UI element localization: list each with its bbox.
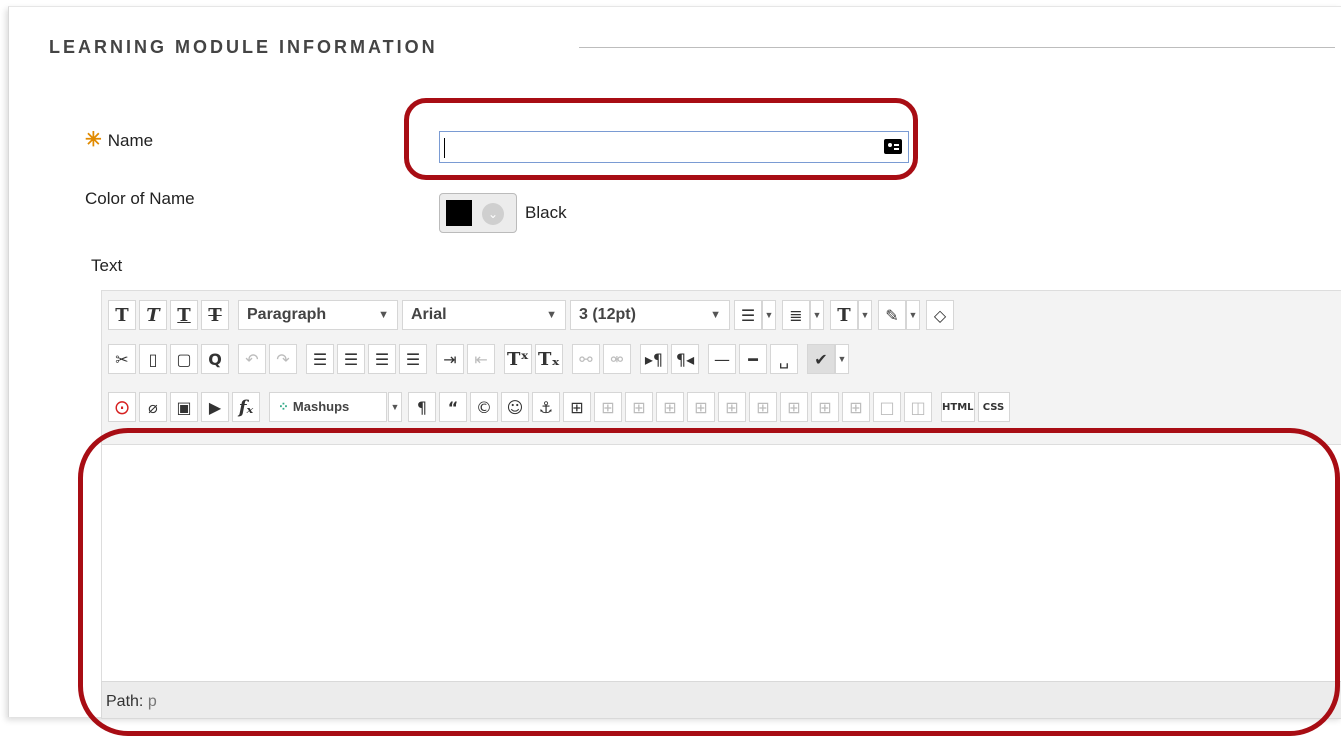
copy-icon[interactable]: ▯ bbox=[139, 344, 167, 374]
highlight-icon[interactable]: ✎ bbox=[878, 300, 906, 330]
mashups-text: Mashups bbox=[292, 399, 350, 414]
math-formula-icon[interactable]: fₓ bbox=[232, 392, 260, 422]
color-swatch bbox=[446, 200, 472, 226]
dropdown-arrow-icon[interactable]: ▼ bbox=[762, 300, 776, 330]
toolbar-row-2: ✂ ▯ ▢ Q ↶ ↷ ☰ ☰ ☰ ☰ ⇥ ⇤ Tˣ Tₓ ⚯ ⚮ ▸¶ ¶◂ … bbox=[108, 339, 855, 379]
anchor-icon[interactable]: ⚓ bbox=[532, 392, 560, 422]
toolbar-row-1: T T T T Paragraph ▼ Arial ▼ 3 (12pt) ▼ ☰ ▼ ≣… bbox=[108, 295, 957, 335]
chevron-down-icon: ⌄ bbox=[482, 203, 504, 225]
mashups-label: ⁘ Mashups bbox=[278, 399, 349, 415]
dropdown-arrow-icon: ▼ bbox=[546, 309, 557, 321]
color-of-name-label: Color of Name bbox=[85, 189, 195, 208]
numbered-list-icon[interactable]: ≣ bbox=[782, 300, 810, 330]
copyright-icon[interactable]: © bbox=[470, 392, 498, 422]
spellcheck-icon[interactable]: ✔ bbox=[807, 344, 835, 374]
eraser-icon[interactable]: ◇ bbox=[926, 300, 954, 330]
font-size-select[interactable]: 3 (12pt) ▼ bbox=[570, 300, 730, 330]
ltr-icon[interactable]: ▸¶ bbox=[640, 344, 668, 374]
paste-icon[interactable]: ▢ bbox=[170, 344, 198, 374]
format-block-select[interactable]: Paragraph ▼ bbox=[238, 300, 398, 330]
name-label: ✳ Name bbox=[85, 127, 153, 152]
cell-props-icon[interactable]: ⊞ bbox=[625, 392, 653, 422]
strikethrough-button[interactable]: T bbox=[201, 300, 229, 330]
color-picker[interactable]: ⌄ bbox=[439, 193, 517, 233]
bold-button[interactable]: T bbox=[108, 300, 136, 330]
cut-icon[interactable]: ✂ bbox=[108, 344, 136, 374]
insert-col-before-icon[interactable]: ⊞ bbox=[780, 392, 808, 422]
dropdown-arrow-icon: ▼ bbox=[378, 309, 389, 321]
italic-button[interactable]: T bbox=[139, 300, 167, 330]
merge-cells-icon[interactable]: ◫ bbox=[904, 392, 932, 422]
format-block-value: Paragraph bbox=[247, 306, 327, 323]
emoticon-icon[interactable]: ☺ bbox=[501, 392, 529, 422]
name-label-text: Name bbox=[107, 131, 154, 150]
text-label: Text bbox=[91, 256, 123, 275]
editor-toolbar: T T T T Paragraph ▼ Arial ▼ 3 (12pt) ▼ ☰ ▼ ≣… bbox=[101, 290, 1341, 445]
thick-rule-icon[interactable]: ━ bbox=[739, 344, 767, 374]
dropdown-arrow-icon[interactable]: ▼ bbox=[810, 300, 824, 330]
toolbar-row-3: ⊙ ⌀ ▣ ▶ fₓ ⁘ Mashups ▼ ¶ “ © ☺ ⚓ ⊞ ⊞ ⊞ ⊞ ⊞… bbox=[108, 387, 1013, 427]
align-center-icon[interactable]: ☰ bbox=[337, 344, 365, 374]
dropdown-arrow-icon[interactable]: ▼ bbox=[835, 344, 849, 374]
superscript-icon[interactable]: Tˣ bbox=[504, 344, 532, 374]
font-family-value: Arial bbox=[411, 306, 447, 323]
attachment-icon[interactable]: ⌀ bbox=[139, 392, 167, 422]
insert-image-icon[interactable]: ▣ bbox=[170, 392, 198, 422]
split-cells-icon[interactable]: □ bbox=[873, 392, 901, 422]
row-props-icon[interactable]: ⊞ bbox=[656, 392, 684, 422]
delete-row-icon[interactable]: ⊞ bbox=[749, 392, 777, 422]
redo-icon[interactable]: ↷ bbox=[269, 344, 297, 374]
bullet-list-icon[interactable]: ☰ bbox=[734, 300, 762, 330]
section-title: LEARNING MODULE INFORMATION bbox=[49, 37, 438, 57]
insert-table-icon[interactable]: ⊞ bbox=[563, 392, 591, 422]
text-color-icon[interactable]: T bbox=[830, 300, 858, 330]
align-justify-icon[interactable]: ☰ bbox=[399, 344, 427, 374]
dropdown-arrow-icon[interactable]: ▼ bbox=[388, 392, 402, 422]
find-icon[interactable]: Q bbox=[201, 344, 229, 374]
dropdown-arrow-icon: ▼ bbox=[710, 309, 721, 321]
horizontal-rule-icon[interactable]: — bbox=[708, 344, 736, 374]
delete-col-icon[interactable]: ⊞ bbox=[842, 392, 870, 422]
blockquote-icon[interactable]: “ bbox=[439, 392, 467, 422]
font-size-value: 3 (12pt) bbox=[579, 306, 636, 323]
mashups-icon: ⁘ bbox=[278, 399, 289, 414]
outdent-icon[interactable]: ⇤ bbox=[467, 344, 495, 374]
font-family-select[interactable]: Arial ▼ bbox=[402, 300, 566, 330]
insert-col-after-icon[interactable]: ⊞ bbox=[811, 392, 839, 422]
table-props-icon[interactable]: ⊞ bbox=[594, 392, 622, 422]
align-left-icon[interactable]: ☰ bbox=[306, 344, 334, 374]
dropdown-arrow-icon[interactable]: ▼ bbox=[906, 300, 920, 330]
dropdown-arrow-icon[interactable]: ▼ bbox=[858, 300, 872, 330]
subscript-icon[interactable]: Tₓ bbox=[535, 344, 563, 374]
color-value: Black bbox=[525, 203, 567, 222]
link-icon[interactable]: ⚯ bbox=[572, 344, 600, 374]
record-icon[interactable]: ⊙ bbox=[108, 392, 136, 422]
paragraph-icon[interactable]: ¶ bbox=[408, 392, 436, 422]
insert-row-after-icon[interactable]: ⊞ bbox=[718, 392, 746, 422]
underline-button[interactable]: T bbox=[170, 300, 198, 330]
section-divider bbox=[579, 47, 1335, 48]
insert-media-icon[interactable]: ▶ bbox=[201, 392, 229, 422]
unlink-icon[interactable]: ⚮ bbox=[603, 344, 631, 374]
mashups-select[interactable]: ⁘ Mashups bbox=[269, 392, 387, 422]
css-button[interactable]: CSS bbox=[977, 392, 1010, 422]
highlight-name-field bbox=[404, 98, 918, 180]
html-source-button[interactable]: HTML bbox=[941, 392, 975, 422]
nonbreaking-space-icon[interactable]: ␣ bbox=[770, 344, 798, 374]
highlight-text-editor bbox=[78, 428, 1340, 736]
indent-icon[interactable]: ⇥ bbox=[436, 344, 464, 374]
rtl-icon[interactable]: ¶◂ bbox=[671, 344, 699, 374]
undo-icon[interactable]: ↶ bbox=[238, 344, 266, 374]
insert-row-before-icon[interactable]: ⊞ bbox=[687, 392, 715, 422]
required-star-icon: ✳ bbox=[85, 129, 102, 151]
align-right-icon[interactable]: ☰ bbox=[368, 344, 396, 374]
